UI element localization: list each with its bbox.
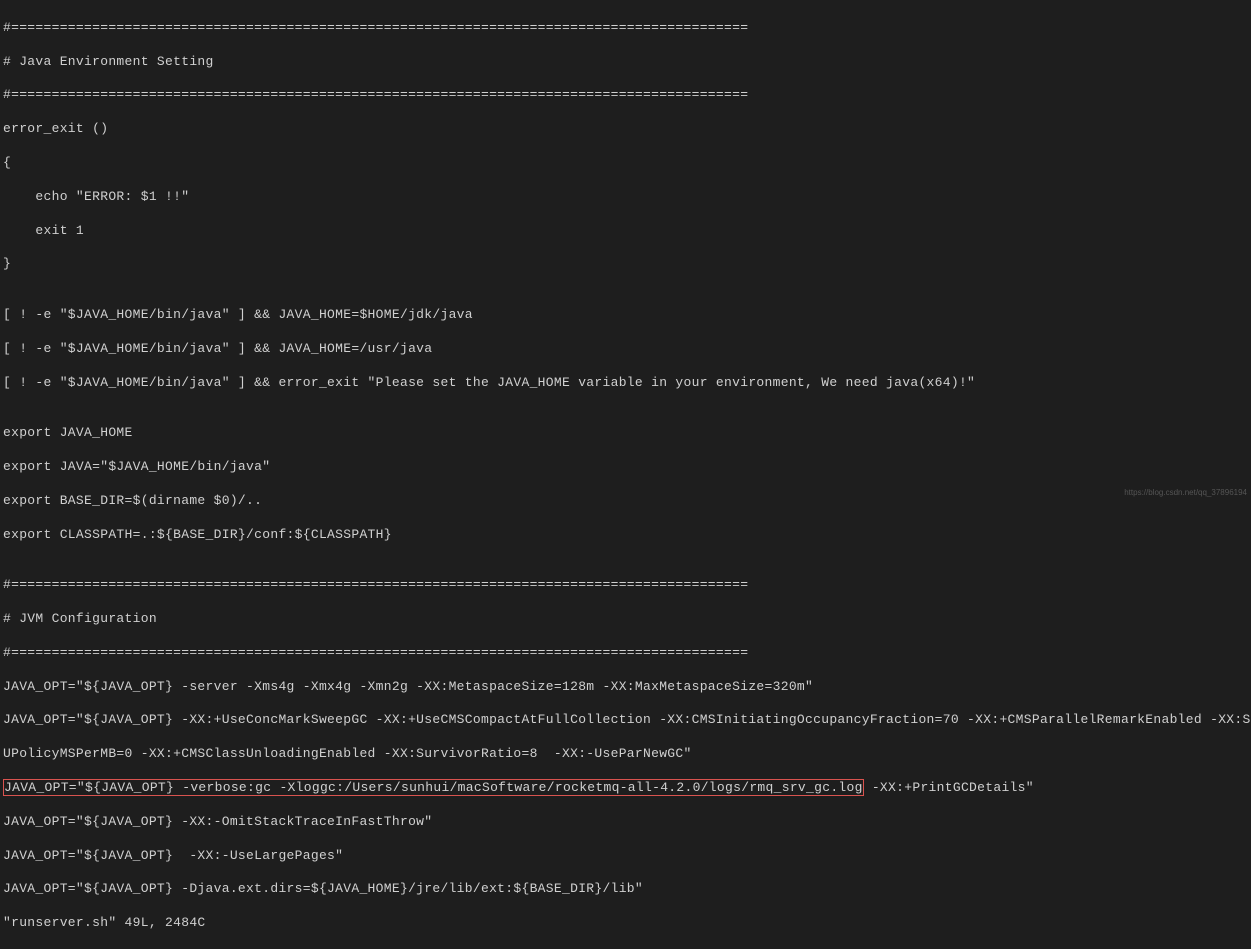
code-line-highlighted: JAVA_OPT="${JAVA_OPT} -verbose:gc -Xlogg… (0, 780, 1251, 797)
code-line: JAVA_OPT="${JAVA_OPT} -server -Xms4g -Xm… (0, 679, 1251, 696)
watermark: https://blog.csdn.net/qq_37896194 (1124, 488, 1247, 498)
code-line: #=======================================… (0, 87, 1251, 104)
highlight-box: JAVA_OPT="${JAVA_OPT} -verbose:gc -Xlogg… (3, 779, 864, 796)
code-line: export CLASSPATH=.:${BASE_DIR}/conf:${CL… (0, 527, 1251, 544)
code-line: export JAVA="$JAVA_HOME/bin/java" (0, 459, 1251, 476)
code-line: echo "ERROR: $1 !!" (0, 189, 1251, 206)
code-line: # Java Environment Setting (0, 54, 1251, 71)
code-line: [ ! -e "$JAVA_HOME/bin/java" ] && JAVA_H… (0, 307, 1251, 324)
code-line: JAVA_OPT="${JAVA_OPT} -XX:+UseConcMarkSw… (0, 712, 1251, 729)
vim-status-line: "runserver.sh" 49L, 2484C (0, 915, 1251, 932)
code-line: error_exit () (0, 121, 1251, 138)
code-line: #=======================================… (0, 645, 1251, 662)
code-line: # JVM Configuration (0, 611, 1251, 628)
code-line: JAVA_OPT="${JAVA_OPT} -Djava.ext.dirs=${… (0, 881, 1251, 898)
code-line: UPolicyMSPerMB=0 -XX:+CMSClassUnloadingE… (0, 746, 1251, 763)
code-line: export BASE_DIR=$(dirname $0)/.. (0, 493, 1251, 510)
code-line: } (0, 256, 1251, 273)
code-line: exit 1 (0, 223, 1251, 240)
code-line: [ ! -e "$JAVA_HOME/bin/java" ] && error_… (0, 375, 1251, 392)
code-text: -XX:+PrintGCDetails" (864, 780, 1034, 795)
code-line: { (0, 155, 1251, 172)
code-line: #=======================================… (0, 20, 1251, 37)
code-line: JAVA_OPT="${JAVA_OPT} -XX:-OmitStackTrac… (0, 814, 1251, 831)
terminal-output: #=======================================… (0, 3, 1251, 949)
code-line: JAVA_OPT="${JAVA_OPT} -XX:-UseLargePages… (0, 848, 1251, 865)
code-line: [ ! -e "$JAVA_HOME/bin/java" ] && JAVA_H… (0, 341, 1251, 358)
code-line: #=======================================… (0, 577, 1251, 594)
code-line: export JAVA_HOME (0, 425, 1251, 442)
